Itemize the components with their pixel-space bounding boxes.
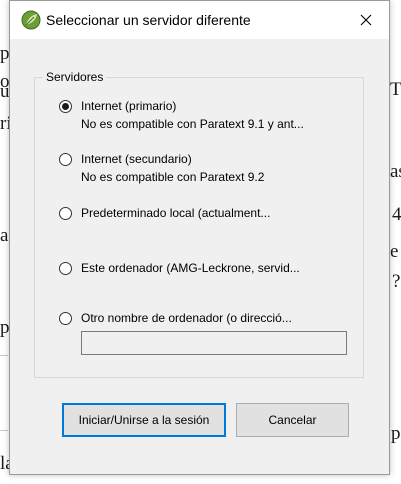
option-label: Predeterminado local (actualment... — [81, 206, 271, 220]
option-sublabel: No es compatible con Paratext 9.1 y ant.… — [81, 117, 304, 131]
background-text: as — [390, 161, 401, 182]
radio-local-default[interactable] — [59, 207, 72, 220]
other-computer-name-input[interactable] — [81, 331, 347, 355]
radio-internet-secondary[interactable] — [59, 153, 72, 166]
radio-internet-primary[interactable] — [59, 100, 72, 113]
background-text: a — [0, 225, 9, 246]
background-text: p — [391, 423, 401, 444]
start-join-session-button[interactable]: Iniciar/Unirse a la sesión — [62, 403, 226, 437]
background-text: 4 — [392, 204, 401, 225]
radio-other-computer[interactable] — [59, 312, 72, 325]
radio-this-computer[interactable] — [59, 262, 72, 275]
dialog-title: Seleccionar un servidor diferente — [46, 12, 251, 28]
option-sublabel: No es compatible con Paratext 9.2 — [81, 170, 265, 184]
cancel-button[interactable]: Cancelar — [236, 403, 349, 437]
option-label: Internet (primario) — [81, 99, 177, 113]
option-label: Este ordenador (AMG-Leckrone, servid... — [81, 261, 300, 275]
background-divider — [0, 430, 8, 431]
option-label: Internet (secundario) — [81, 152, 192, 166]
background-divider — [0, 355, 8, 356]
background-text: e — [390, 241, 399, 262]
background-text: T — [390, 79, 401, 100]
background-text: ? — [392, 271, 401, 292]
select-server-dialog: Seleccionar un servidor diferente Servid… — [9, 0, 390, 475]
close-icon — [360, 14, 372, 26]
servers-group-label: Servidores — [43, 70, 107, 84]
title-bar[interactable]: Seleccionar un servidor diferente — [10, 1, 389, 39]
option-label: Otro nombre de ordenador (o direcció... — [81, 311, 292, 325]
paratext-leaf-icon — [21, 10, 41, 30]
close-button[interactable] — [343, 1, 389, 39]
